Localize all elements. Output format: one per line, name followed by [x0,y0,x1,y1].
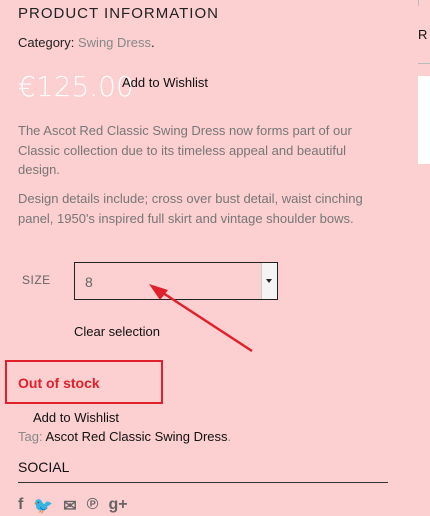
category-label: Category: [18,35,75,50]
chevron-down-icon[interactable] [261,263,277,299]
annotation-arrow-shaft [159,289,253,353]
product-info-title: PRODUCT INFORMATION [18,5,219,22]
size-label: SIZE [22,273,51,287]
twitter-icon[interactable]: 🐦 [33,496,53,516]
size-select-value: 8 [85,274,93,290]
sidebar-heading-partial: R [418,27,428,42]
google-plus-icon[interactable]: g+ [108,496,127,516]
facebook-icon[interactable]: f [18,496,23,516]
stock-status-highlight: Out of stock [5,360,163,404]
product-price: €125.00 [18,70,134,103]
clear-selection-link[interactable]: Clear selection [74,324,160,339]
social-divider [18,482,388,483]
category-row: Category: Swing Dress. [18,35,155,50]
add-to-wishlist-link-top[interactable]: Add to Wishlist [122,75,208,90]
sidebar-divider [418,63,430,64]
tag-link[interactable]: Ascot Red Classic Swing Dress [45,429,227,444]
add-to-wishlist-link-bottom[interactable]: Add to Wishlist [33,410,119,425]
stock-status: Out of stock [18,375,100,391]
tag-label: Tag: [18,429,43,444]
product-description-2: Design details include; cross over bust … [18,191,363,226]
category-suffix: . [150,35,155,50]
size-select[interactable]: 8 [74,262,278,300]
social-icons: f 🐦 ✉ ℗ g+ [18,496,128,516]
sidebar-divider-top [418,0,419,6]
email-icon[interactable]: ✉ [63,496,76,516]
tag-row: Tag: Ascot Red Classic Swing Dress. [18,429,231,444]
sidebar-panel [418,76,430,164]
tag-suffix: . [227,429,232,444]
category-link[interactable]: Swing Dress [78,35,151,50]
pinterest-icon[interactable]: ℗ [87,496,99,516]
product-description-1: The Ascot Red Classic Swing Dress now fo… [18,123,352,177]
social-title: SOCIAL [18,459,70,475]
